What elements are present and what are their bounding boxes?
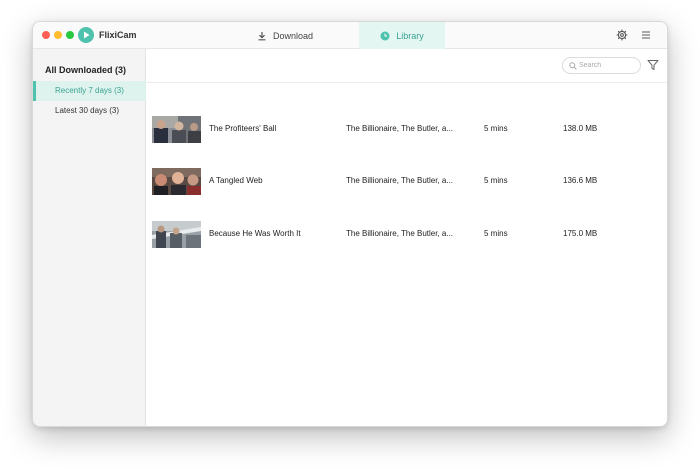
- search-input[interactable]: [579, 60, 637, 71]
- download-icon: [258, 31, 266, 40]
- video-title: Because He Was Worth It: [209, 229, 301, 238]
- video-row[interactable]: The Profiteers' Ball The Billionaire, Th…: [146, 116, 667, 168]
- title-bar: FlixiCam Download Library: [33, 22, 667, 49]
- gear-icon[interactable]: [616, 29, 628, 41]
- video-size: 136.6 MB: [563, 176, 598, 185]
- video-thumbnail: [152, 116, 201, 143]
- video-row[interactable]: A Tangled Web The Billionaire, The Butle…: [146, 168, 667, 220]
- video-thumbnail: [152, 168, 201, 195]
- video-duration: 5 mins: [484, 176, 508, 185]
- search-icon: [569, 62, 577, 70]
- minimize-window-button[interactable]: [54, 31, 62, 39]
- video-cast: The Billionaire, The Butler, a...: [346, 176, 454, 185]
- video-title: A Tangled Web: [209, 176, 263, 185]
- app-window: FlixiCam Download Library All Downloaded: [32, 21, 668, 427]
- library-content: The Profiteers' Ball The Billionaire, Th…: [146, 49, 667, 426]
- zoom-window-button[interactable]: [66, 31, 74, 39]
- video-cast: The Billionaire, The Butler, a...: [346, 124, 454, 133]
- video-row[interactable]: Because He Was Worth It The Billionaire,…: [146, 221, 667, 273]
- clock-icon: [380, 31, 390, 40]
- video-duration: 5 mins: [484, 124, 508, 133]
- app-name: FlixiCam: [99, 30, 137, 40]
- sidebar: All Downloaded (3) Recently 7 days (3) L…: [33, 49, 146, 426]
- library-toolbar: [146, 49, 667, 83]
- video-thumbnail: [152, 221, 201, 248]
- sidebar-item-latest-30-days[interactable]: Latest 30 days (3): [33, 101, 146, 121]
- filter-icon[interactable]: [647, 59, 659, 71]
- close-window-button[interactable]: [42, 31, 50, 39]
- app-logo-icon: [78, 27, 94, 43]
- video-title: The Profiteers' Ball: [209, 124, 277, 133]
- tab-library[interactable]: Library: [359, 22, 445, 49]
- video-size: 175.0 MB: [563, 229, 598, 238]
- video-size: 138.0 MB: [563, 124, 598, 133]
- video-cast: The Billionaire, The Butler, a...: [346, 229, 454, 238]
- search-box[interactable]: [562, 57, 641, 74]
- tab-download-label: Download: [272, 30, 314, 41]
- video-duration: 5 mins: [484, 229, 508, 238]
- tab-download[interactable]: Download: [233, 22, 337, 49]
- tab-library-label: Library: [396, 30, 424, 41]
- sidebar-item-recent-7-days[interactable]: Recently 7 days (3): [33, 81, 146, 101]
- sidebar-heading-all-downloaded[interactable]: All Downloaded (3): [45, 65, 126, 75]
- menu-icon[interactable]: [641, 30, 651, 40]
